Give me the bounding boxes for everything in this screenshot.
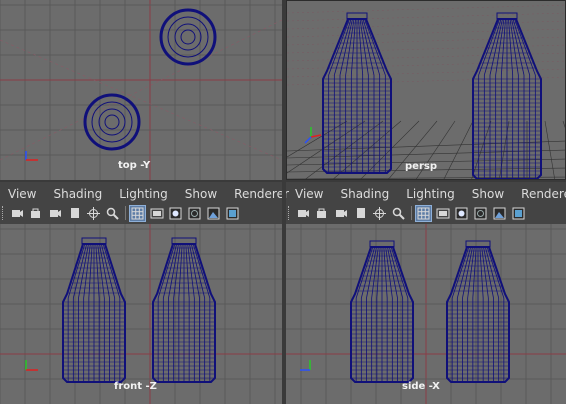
vertical-divider[interactable] bbox=[282, 0, 286, 404]
camera-icon[interactable] bbox=[334, 206, 349, 221]
bookmark-icon[interactable] bbox=[353, 206, 368, 221]
camera-icon[interactable] bbox=[48, 206, 63, 221]
menu-item-shading[interactable]: Shading bbox=[340, 187, 389, 201]
viewport-label: side -X bbox=[402, 381, 440, 392]
menu-item-show[interactable]: Show bbox=[472, 187, 504, 201]
bottle-front-2 bbox=[152, 237, 216, 383]
grid bbox=[0, 0, 282, 180]
film-gate-icon[interactable] bbox=[149, 206, 164, 221]
crosshair-icon[interactable] bbox=[86, 206, 101, 221]
grid bbox=[0, 224, 282, 404]
persp-view-canvas bbox=[287, 4, 565, 179]
axis-gizmo-icon bbox=[25, 360, 38, 371]
textured-icon[interactable] bbox=[492, 206, 507, 221]
camera-icon[interactable] bbox=[10, 206, 25, 221]
panel-toolbar-left bbox=[2, 202, 244, 224]
menu-item-view[interactable]: View bbox=[8, 187, 36, 201]
textured-icon[interactable] bbox=[206, 206, 221, 221]
bookmark-icon[interactable] bbox=[67, 206, 82, 221]
panel-menu-right: View Shading Lighting Show Renderer bbox=[295, 184, 566, 204]
viewport-label: top -Y bbox=[118, 160, 151, 171]
bottle-persp-1 bbox=[322, 12, 392, 174]
menu-item-renderer[interactable]: Renderer bbox=[234, 187, 289, 201]
viewport-persp[interactable]: persp bbox=[286, 0, 566, 180]
bottle-front-1 bbox=[62, 237, 126, 383]
camera-icon[interactable] bbox=[296, 206, 311, 221]
toolbar-separator bbox=[411, 206, 412, 220]
toolbar-grip[interactable] bbox=[288, 206, 292, 220]
menu-item-shading[interactable]: Shading bbox=[53, 187, 102, 201]
zoom-icon[interactable] bbox=[391, 206, 406, 221]
viewport-label: front -Z bbox=[114, 381, 157, 392]
crosshair-icon[interactable] bbox=[372, 206, 387, 221]
panel-toolbar-right bbox=[288, 202, 530, 224]
menu-item-lighting[interactable]: Lighting bbox=[406, 187, 455, 201]
zoom-icon[interactable] bbox=[105, 206, 120, 221]
grid bbox=[286, 224, 566, 404]
viewport-label: persp bbox=[405, 161, 437, 172]
toolbar-separator bbox=[125, 206, 126, 220]
smooth-shade-icon[interactable] bbox=[168, 206, 183, 221]
axis-gizmo-icon bbox=[304, 127, 322, 144]
panel-menu-left: View Shading Lighting Show Renderer bbox=[8, 184, 306, 204]
smooth-shade-icon[interactable] bbox=[454, 206, 469, 221]
wireframe-icon[interactable] bbox=[187, 206, 202, 221]
toolbar-grip[interactable] bbox=[2, 206, 6, 220]
grid-icon[interactable] bbox=[129, 204, 146, 222]
viewport-front[interactable]: front -Z bbox=[0, 224, 282, 404]
camera-lock-icon[interactable] bbox=[29, 206, 44, 221]
viewport-side[interactable]: side -X bbox=[286, 224, 566, 404]
horizontal-divider[interactable] bbox=[0, 180, 566, 182]
bottle-persp-2 bbox=[472, 12, 542, 179]
bottle-side-1 bbox=[350, 240, 414, 383]
bottle-top-2 bbox=[83, 93, 141, 151]
wireframe-icon[interactable] bbox=[473, 206, 488, 221]
film-gate-icon[interactable] bbox=[435, 206, 450, 221]
bottle-side-2 bbox=[446, 240, 510, 383]
grid-icon[interactable] bbox=[415, 204, 432, 222]
menu-item-renderer[interactable]: Renderer bbox=[521, 187, 566, 201]
menu-item-view[interactable]: View bbox=[295, 187, 323, 201]
camera-lock-icon[interactable] bbox=[315, 206, 330, 221]
resolution-gate-icon[interactable] bbox=[225, 206, 240, 221]
menu-item-show[interactable]: Show bbox=[185, 187, 217, 201]
side-view-canvas bbox=[286, 224, 566, 404]
menu-item-lighting[interactable]: Lighting bbox=[119, 187, 168, 201]
top-view-canvas bbox=[0, 0, 282, 180]
viewport-top[interactable]: top -Y bbox=[0, 0, 282, 180]
front-view-canvas bbox=[0, 224, 282, 404]
bottle-top-1 bbox=[159, 8, 217, 66]
resolution-gate-icon[interactable] bbox=[511, 206, 526, 221]
